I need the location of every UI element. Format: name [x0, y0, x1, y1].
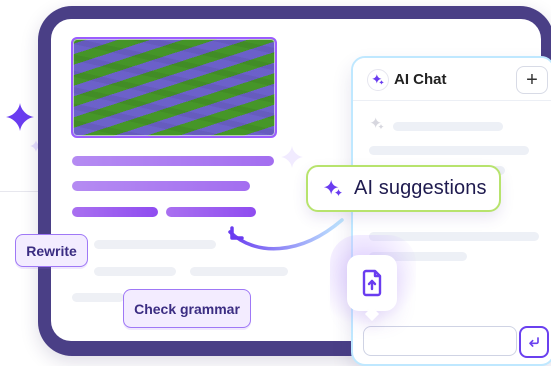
decor-sparkle-small-icon [281, 146, 303, 168]
chat-placeholder-line [369, 146, 529, 155]
upload-file-icon [362, 269, 382, 297]
send-button[interactable] [519, 326, 549, 358]
text-line [94, 267, 176, 276]
sparkles-icon [367, 69, 389, 91]
ai-suggestions-label: AI suggestions [354, 177, 487, 199]
hero-image [71, 37, 277, 138]
check-grammar-button[interactable]: Check grammar [123, 289, 251, 328]
ai-suggestions-chip[interactable]: AI suggestions [306, 165, 501, 212]
text-line [72, 207, 158, 217]
sparkles-icon [370, 117, 384, 130]
plus-icon: + [526, 69, 538, 91]
left-divider-line [0, 191, 38, 192]
send-icon [529, 337, 539, 347]
text-line [94, 240, 216, 249]
upload-bubble[interactable] [347, 255, 397, 311]
text-line [72, 293, 124, 302]
decor-sparkle-icon [6, 103, 34, 131]
sparkles-icon [323, 179, 343, 196]
rewrite-button-label: Rewrite [26, 242, 77, 259]
chat-placeholder-line [393, 122, 503, 131]
text-line [72, 156, 274, 166]
rewrite-button[interactable]: Rewrite [15, 234, 88, 267]
chat-title: AI Chat [394, 71, 447, 88]
check-grammar-button-label: Check grammar [134, 300, 240, 317]
text-line [190, 267, 288, 276]
new-chat-button[interactable]: + [516, 66, 548, 94]
